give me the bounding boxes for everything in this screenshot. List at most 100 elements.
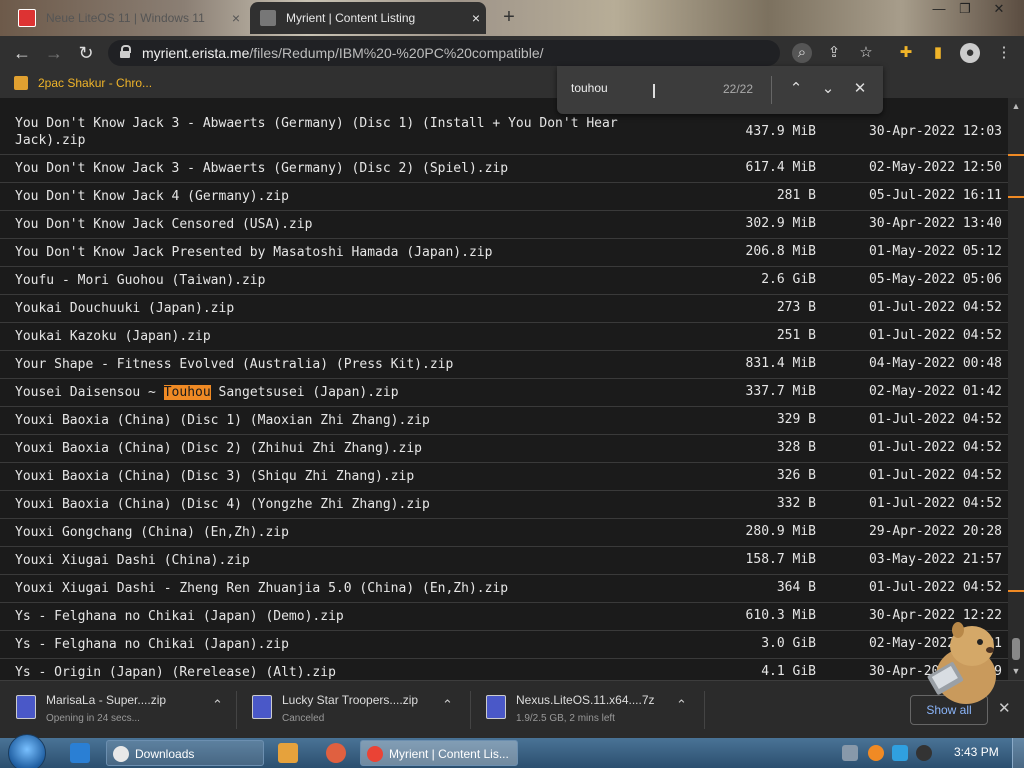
scroll-down-icon[interactable]: ▼ [1011, 666, 1021, 676]
media-player-icon[interactable] [278, 743, 298, 763]
reload-icon[interactable]: ↻ [74, 41, 98, 65]
desktop-mascot-icon [927, 622, 996, 704]
table-row[interactable]: Ys - Felghana no Chikai (Japan) (Demo).z… [0, 602, 1008, 631]
file-link[interactable]: Youxi Baoxia (China) (Disc 4) (Yongzhe Z… [15, 496, 645, 513]
side-panel-icon[interactable]: ▮ [928, 43, 948, 63]
tray-app-icon[interactable] [842, 745, 858, 761]
table-row[interactable]: Youxi Baoxia (China) (Disc 1) (Maoxian Z… [0, 406, 1008, 435]
bookmark-item[interactable]: 2pac Shakur - Chro... [14, 76, 152, 90]
taskbar-clock[interactable]: 3:43 PM [954, 745, 999, 759]
bookmark-star-icon[interactable]: ☆ [856, 43, 876, 63]
find-close-icon[interactable]: ✕ [849, 78, 871, 100]
find-match-marker [1008, 590, 1024, 592]
file-link[interactable]: Yousei Daisensou ~ Touhou Sangetsusei (J… [15, 384, 645, 401]
find-next-icon[interactable]: ⌄ [817, 78, 839, 100]
extensions-icon[interactable]: ✚ [896, 43, 916, 63]
vertical-scrollbar[interactable]: ▲ ▼ [1008, 98, 1024, 680]
find-input[interactable]: touhou [571, 81, 711, 95]
forward-arrow-icon[interactable]: → [42, 41, 66, 65]
chevron-up-icon[interactable]: ⌃ [442, 697, 453, 713]
file-link[interactable]: Youkai Kazoku (Japan).zip [15, 328, 645, 345]
table-row[interactable]: You Don't Know Jack Censored (USA).zip 3… [0, 210, 1008, 239]
file-date: 01-Jul-2022 04:52 [868, 440, 1002, 455]
table-row[interactable]: Youxi Xiugai Dashi (China).zip 158.7 MiB… [0, 546, 1008, 575]
scroll-thumb[interactable] [1012, 638, 1020, 660]
file-link[interactable]: Ys - Felghana no Chikai (Japan).zip [15, 636, 645, 653]
chevron-up-icon[interactable]: ⌃ [212, 697, 223, 713]
table-row[interactable]: You Don't Know Jack 4 (Germany).zip 281 … [0, 182, 1008, 211]
taskbar-item-myrient[interactable]: Myrient | Content Lis... [360, 740, 518, 766]
file-link[interactable]: You Don't Know Jack 3 - Abwaerts (German… [15, 115, 645, 149]
back-arrow-icon[interactable]: ← [10, 41, 34, 65]
tab-close-icon[interactable]: × [226, 10, 246, 26]
file-link[interactable]: Ys - Felghana no Chikai (Japan) (Demo).z… [15, 608, 645, 625]
file-link[interactable]: Youkai Douchuuki (Japan).zip [15, 300, 645, 317]
tab-liteos[interactable]: Neue LiteOS 11 | Windows 11 × [8, 2, 246, 34]
file-size: 326 B [776, 468, 816, 483]
start-button[interactable] [8, 734, 46, 768]
table-row[interactable]: Yousei Daisensou ~ Touhou Sangetsusei (J… [0, 378, 1008, 407]
share-icon[interactable]: ⇪ [824, 43, 844, 63]
find-previous-icon[interactable]: ⌃ [785, 78, 807, 100]
lock-icon[interactable] [120, 45, 131, 58]
profile-avatar-icon[interactable]: ● [960, 43, 980, 63]
file-link[interactable]: You Don't Know Jack Censored (USA).zip [15, 216, 645, 233]
bookmark-favicon [14, 76, 28, 90]
tab-favicon [18, 9, 36, 27]
tray-search-icon[interactable] [868, 745, 884, 761]
file-size: 437.9 MiB [745, 124, 816, 139]
table-row[interactable]: You Don't Know Jack 3 - Abwaerts (German… [0, 154, 1008, 183]
find-page-icon[interactable]: ⌕ [792, 43, 812, 63]
table-row[interactable]: Youxi Gongchang (China) (En,Zh).zip 280.… [0, 518, 1008, 547]
close-window-icon[interactable]: ✕ [984, 0, 1014, 20]
menu-kebab-icon[interactable]: ⋮ [994, 43, 1014, 63]
file-link[interactable]: Youxi Baoxia (China) (Disc 3) (Shiqu Zhi… [15, 468, 645, 485]
tab-close-icon[interactable]: × [466, 10, 486, 26]
address-bar[interactable]: myrient.erista.me/files/Redump/IBM%20-%2… [108, 40, 780, 66]
table-row[interactable]: Youfu - Mori Guohou (Taiwan).zip 2.6 GiB… [0, 266, 1008, 295]
screen: { "browser": { "tabs": [ {"title": "Neue… [0, 0, 1024, 768]
browser-toolbar: ← → ↻ myrient.erista.me/files/Redump/IBM… [0, 36, 1024, 70]
file-link[interactable]: Ys - Origin (Japan) (Rerelease) (Alt).zi… [15, 664, 645, 680]
tray-network-icon[interactable] [892, 745, 908, 761]
file-size: 364 B [776, 580, 816, 595]
file-link[interactable]: Youxi Xiugai Dashi - Zheng Ren Zhuanjia … [15, 580, 645, 597]
ie-icon[interactable] [70, 743, 90, 763]
file-link[interactable]: You Don't Know Jack Presented by Masatos… [15, 244, 645, 261]
url-text[interactable]: myrient.erista.me/files/Redump/IBM%20-%2… [142, 45, 544, 61]
show-desktop-button[interactable] [1012, 738, 1024, 768]
table-row[interactable]: Youxi Baoxia (China) (Disc 3) (Shiqu Zhi… [0, 462, 1008, 491]
download-item[interactable]: Nexus.LiteOS.11.x64....7z 1.9/2.5 GB, 2 … [486, 689, 716, 731]
table-row[interactable]: Ys - Origin (Japan) (Rerelease) (Alt).zi… [0, 658, 1008, 680]
scroll-up-icon[interactable]: ▲ [1011, 101, 1021, 111]
file-link[interactable]: Youfu - Mori Guohou (Taiwan).zip [15, 272, 645, 289]
restore-icon[interactable]: ❐ [950, 0, 980, 20]
download-item[interactable]: MarisaLa - Super....zip Opening in 24 se… [16, 689, 246, 731]
table-row[interactable]: Youxi Xiugai Dashi - Zheng Ren Zhuanjia … [0, 574, 1008, 603]
bookmark-label: 2pac Shakur - Chro... [38, 76, 153, 90]
chevron-up-icon[interactable]: ⌃ [676, 697, 687, 713]
find-match-marker [1008, 196, 1024, 198]
table-row[interactable]: Youxi Baoxia (China) (Disc 4) (Yongzhe Z… [0, 490, 1008, 519]
table-row[interactable]: You Don't Know Jack Presented by Masatos… [0, 238, 1008, 267]
content-listing: You Don't Know Jack 3 - Abwaerts (German… [0, 98, 1008, 680]
taskbar-item-downloads[interactable]: Downloads [106, 740, 264, 766]
table-row[interactable]: Ys - Felghana no Chikai (Japan).zip 3.0 … [0, 630, 1008, 659]
file-link[interactable]: Youxi Gongchang (China) (En,Zh).zip [15, 524, 645, 541]
table-row[interactable]: Youkai Douchuuki (Japan).zip 273 B 01-Ju… [0, 294, 1008, 323]
download-item[interactable]: Lucky Star Troopers....zip Canceled ⌃ [252, 689, 482, 731]
new-tab-button[interactable]: + [498, 6, 520, 28]
tab-myrient[interactable]: Myrient | Content Listing × [250, 2, 486, 34]
table-row[interactable]: Youxi Baoxia (China) (Disc 2) (Zhihui Zh… [0, 434, 1008, 463]
paint-icon[interactable] [326, 743, 346, 763]
file-link[interactable]: Youxi Baoxia (China) (Disc 2) (Zhihui Zh… [15, 440, 645, 457]
file-link[interactable]: You Don't Know Jack 3 - Abwaerts (German… [15, 160, 645, 177]
table-row[interactable]: Your Shape - Fitness Evolved (Australia)… [0, 350, 1008, 379]
file-link[interactable]: Youxi Baoxia (China) (Disc 1) (Maoxian Z… [15, 412, 645, 429]
file-size: 3.0 GiB [761, 636, 816, 651]
file-link[interactable]: Your Shape - Fitness Evolved (Australia)… [15, 356, 645, 373]
table-row[interactable]: Youkai Kazoku (Japan).zip 251 B 01-Jul-2… [0, 322, 1008, 351]
file-link[interactable]: Youxi Xiugai Dashi (China).zip [15, 552, 645, 569]
tray-volume-icon[interactable] [916, 745, 932, 761]
file-link[interactable]: You Don't Know Jack 4 (Germany).zip [15, 188, 645, 205]
